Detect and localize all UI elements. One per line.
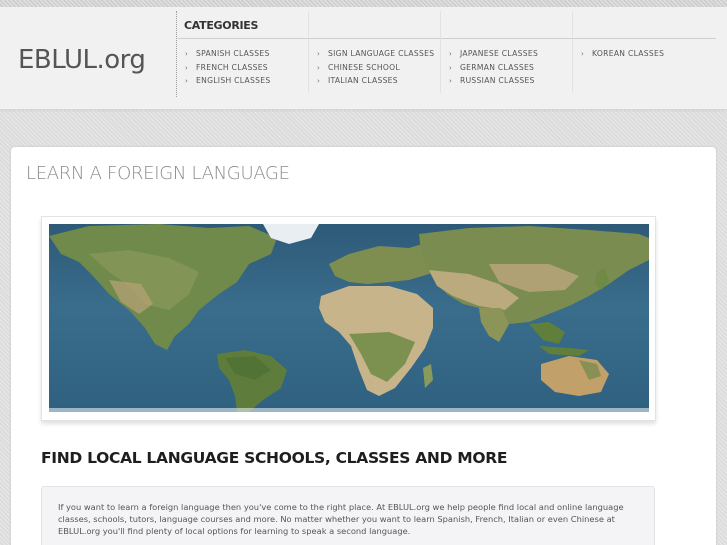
nav-column-2: › SIGN LANGUAGE CLASSES › CHINESE SCHOOL ›…: [317, 47, 434, 88]
nav-item-german-classes[interactable]: › GERMAN CLASSES: [449, 61, 538, 75]
nav-item-chinese-school[interactable]: › CHINESE SCHOOL: [317, 61, 434, 75]
categories-rule: [178, 38, 716, 39]
page-title: LEARN A FOREIGN LANGUAGE: [26, 163, 290, 184]
nav-item-french-classes[interactable]: › FRENCH CLASSES: [185, 61, 270, 75]
chevron-right-icon: ›: [449, 63, 453, 72]
chevron-right-icon: ›: [317, 63, 321, 72]
chevron-right-icon: ›: [581, 50, 585, 58]
chevron-right-icon: ›: [317, 50, 321, 58]
nav-item-japanese-classes[interactable]: › JAPANESE CLASSES: [449, 47, 538, 61]
nav-item-label: CHINESE SCHOOL: [328, 62, 400, 72]
nav-item-label: GERMAN CLASSES: [460, 62, 535, 72]
chevron-right-icon: ›: [449, 77, 453, 85]
nav-divider: [176, 11, 177, 97]
nav-item-label: ENGLISH CLASSES: [196, 76, 271, 85]
column-separator: [440, 11, 441, 93]
map-frame: [41, 216, 656, 421]
nav-item-english-classes[interactable]: › ENGLISH CLASSES: [185, 74, 270, 88]
nav-item-korean-classes[interactable]: › KOREAN CLASSES: [581, 47, 664, 61]
nav-item-label: RUSSIAN CLASSES: [460, 76, 535, 85]
nav-item-sign-language-classes[interactable]: › SIGN LANGUAGE CLASSES: [317, 47, 434, 61]
intro-text: If you want to learn a foreign language …: [58, 502, 624, 536]
chevron-right-icon: ›: [449, 50, 453, 58]
world-map-graphic: [49, 224, 649, 412]
chevron-right-icon: ›: [185, 50, 189, 58]
section-heading: FIND LOCAL LANGUAGE SCHOOLS, CLASSES AND…: [41, 449, 508, 467]
nav-column-1: › SPANISH CLASSES › FRENCH CLASSES › ENGLIS…: [185, 47, 270, 88]
nav-item-label: SPANISH CLASSES: [196, 49, 270, 58]
nav-item-label: KOREAN CLASSES: [592, 49, 665, 58]
intro-box: If you want to learn a foreign language …: [41, 486, 655, 545]
nav-item-spanish-classes[interactable]: › SPANISH CLASSES: [185, 47, 270, 61]
chevron-right-icon: ›: [317, 77, 321, 85]
nav-item-label: FRENCH CLASSES: [196, 62, 268, 72]
nav-item-label: JAPANESE CLASSES: [460, 49, 539, 58]
world-map-image: [49, 224, 649, 412]
column-separator: [572, 11, 573, 93]
chevron-right-icon: ›: [185, 63, 189, 72]
site-header: EBLUL.org CATEGORIES › SPANISH CLASSES › F…: [0, 7, 727, 110]
column-separator: [308, 11, 309, 93]
site-logo[interactable]: EBLUL.org: [18, 45, 146, 75]
nav-item-label: SIGN LANGUAGE CLASSES: [328, 49, 435, 58]
nav-column-3: › JAPANESE CLASSES › GERMAN CLASSES › RUSSI…: [449, 47, 538, 88]
nav-column-4: › KOREAN CLASSES: [581, 47, 664, 61]
chevron-right-icon: ›: [185, 77, 189, 85]
nav-item-italian-classes[interactable]: › ITALIAN CLASSES: [317, 74, 434, 88]
categories-title: CATEGORIES: [184, 19, 259, 32]
nav-item-russian-classes[interactable]: › RUSSIAN CLASSES: [449, 74, 538, 88]
top-strip: [0, 0, 727, 7]
nav-item-label: ITALIAN CLASSES: [328, 76, 398, 85]
content-panel: LEARN A FOREIGN LANGUAGE FIND LOCAL LANG…: [11, 147, 716, 545]
